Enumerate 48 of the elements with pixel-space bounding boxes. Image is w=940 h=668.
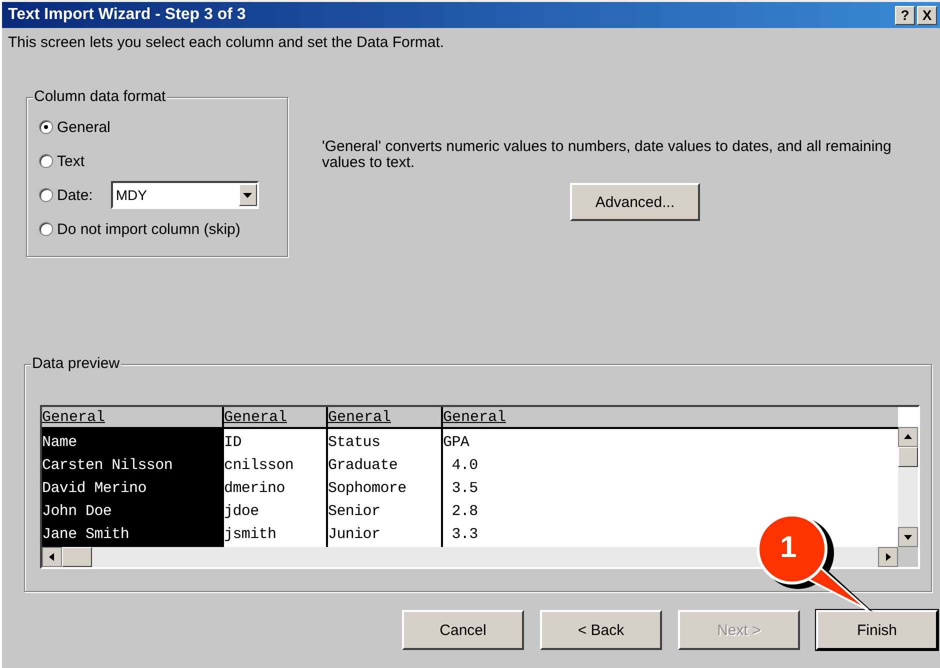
instruction-text: This screen lets you select each column and set the Data Format. [8, 34, 446, 51]
column-header[interactable]: General [42, 407, 222, 429]
radio-option[interactable]: Do not import column (skip) [39, 220, 240, 238]
table-cell-text: 2.8 [450, 502, 479, 522]
date-format-dropdown[interactable]: MDY [110, 181, 259, 209]
scroll-thumb[interactable] [62, 547, 92, 567]
group-label: Data preview [31, 355, 121, 372]
table-cell-text: 3.3 [450, 525, 479, 545]
column-header[interactable]: General [328, 407, 441, 429]
window-title: Text Import Wizard - Step 3 of 3 [8, 6, 246, 24]
table-cell-text: jdoe [224, 502, 260, 522]
scroll-right-icon [878, 547, 898, 567]
table-cell-text: Graduate [328, 456, 399, 476]
wizard-button[interactable]: Cancel [402, 610, 524, 650]
table-cell-text: Jane Smith [42, 525, 130, 545]
table-cell-text: John Doe [42, 502, 113, 522]
table-cell-text: ID [224, 433, 242, 453]
radio-option[interactable]: General [39, 118, 110, 136]
description-text: 'General' converts numeric values to numbers, date values to dates, and all remaining values to text. [322, 139, 892, 171]
table-cell-text: cnilsson [224, 456, 295, 476]
advanced-button[interactable]: Advanced... [570, 183, 700, 221]
table-cell-text: 4.0 [450, 456, 479, 476]
column-header[interactable]: General [443, 407, 898, 429]
help-button[interactable]: ? [895, 6, 915, 24]
table-cell-text: GPA [443, 433, 470, 453]
table-cell-text: Status [328, 433, 382, 453]
column-header[interactable]: General [224, 407, 326, 429]
table-cell-text: dmerino [224, 479, 286, 499]
vertical-scrollbar[interactable] [898, 427, 918, 547]
table-cell-text: Junior [328, 525, 382, 545]
table-cell-text: David Merino [42, 479, 148, 499]
table-cell-text: jsmith [224, 525, 278, 545]
callout-number: 1 [780, 531, 797, 565]
wizard-button[interactable]: Finish [816, 610, 938, 650]
scrollbar-corner [898, 547, 918, 567]
scroll-down-icon [898, 527, 918, 547]
caret-icon [243, 192, 252, 198]
table-cell-text: Name [42, 433, 78, 453]
table-cell-text: Senior [328, 502, 382, 522]
radio-option[interactable]: Date: [39, 186, 93, 204]
scroll-up-icon [898, 427, 918, 447]
scroll-thumb[interactable] [898, 447, 918, 467]
table-cell-text: 3.5 [450, 479, 479, 499]
close-button[interactable]: X [917, 6, 937, 24]
radio-option[interactable]: Text [39, 152, 85, 170]
table-cell-text: Sophomore [328, 479, 408, 499]
wizard-button[interactable]: < Back [540, 610, 662, 650]
table-cell-text: Carsten Nilsson [42, 456, 174, 476]
